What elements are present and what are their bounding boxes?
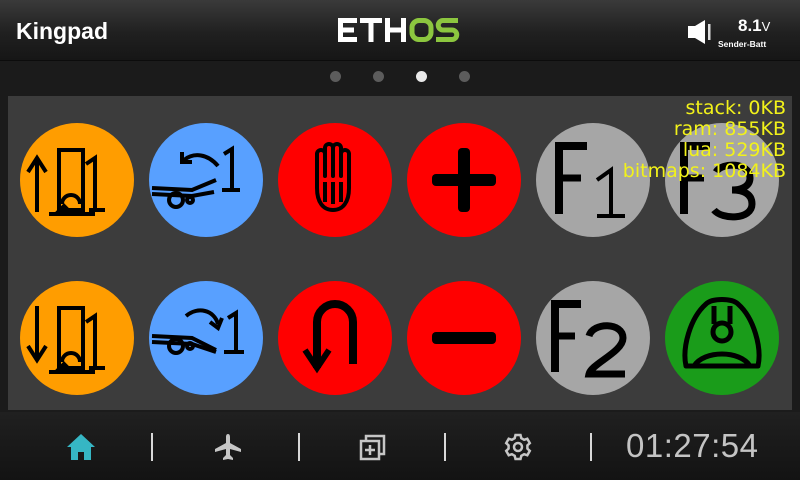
plus-button[interactable] — [406, 122, 522, 238]
model-name[interactable]: Kingpad — [16, 18, 108, 45]
flaps-up-button[interactable] — [148, 122, 264, 238]
stop-button[interactable] — [277, 122, 393, 238]
top-bar: Kingpad 8.1V Sender-Batt — [0, 0, 800, 61]
smoke-button[interactable] — [664, 280, 780, 396]
f2-button[interactable] — [535, 280, 651, 396]
page-dot-2[interactable] — [373, 71, 384, 82]
airplane-icon[interactable] — [211, 430, 245, 464]
stats-bitmaps: bitmaps: 1084KB — [622, 160, 786, 182]
battery-label: Sender-Batt — [718, 39, 767, 49]
flaps-down-button[interactable] — [148, 280, 264, 396]
battery-voltage-value: 8.1 — [738, 16, 762, 35]
return-button[interactable] — [277, 280, 393, 396]
page-dot-1[interactable] — [330, 71, 341, 82]
ethos-logo — [338, 18, 460, 42]
page-dot-3[interactable] — [416, 71, 427, 82]
nav-separator — [590, 433, 592, 461]
home-icon[interactable] — [64, 430, 98, 464]
button-circle — [149, 123, 263, 237]
page-dot-4[interactable] — [459, 71, 470, 82]
gear-icon[interactable] — [501, 430, 535, 464]
gear-up-button[interactable] — [19, 122, 135, 238]
stats-lua: lua: 529KB — [682, 139, 786, 161]
nav-separator — [151, 433, 153, 461]
bottom-bar: 01:27:54 — [0, 412, 800, 480]
battery-voltage: 8.1V — [738, 16, 770, 36]
stats-ram: ram: 855KB — [673, 118, 786, 140]
button-circle — [278, 123, 392, 237]
gear-down-button[interactable] — [19, 280, 135, 396]
page-indicator — [0, 66, 800, 86]
battery-voltage-unit: V — [761, 19, 771, 34]
stats-stack: stack: 0KB — [685, 97, 786, 119]
minus-button[interactable] — [406, 280, 522, 396]
layers-icon[interactable] — [356, 430, 390, 464]
nav-separator — [298, 433, 300, 461]
minus-icon — [432, 332, 496, 344]
nav-separator — [444, 433, 446, 461]
memory-stats: stack: 0KB ram: 855KB lua: 529KB bitmaps… — [623, 98, 786, 182]
clock: 01:27:54 — [626, 427, 759, 464]
speaker-icon[interactable] — [686, 18, 714, 46]
button-circle — [278, 281, 392, 395]
